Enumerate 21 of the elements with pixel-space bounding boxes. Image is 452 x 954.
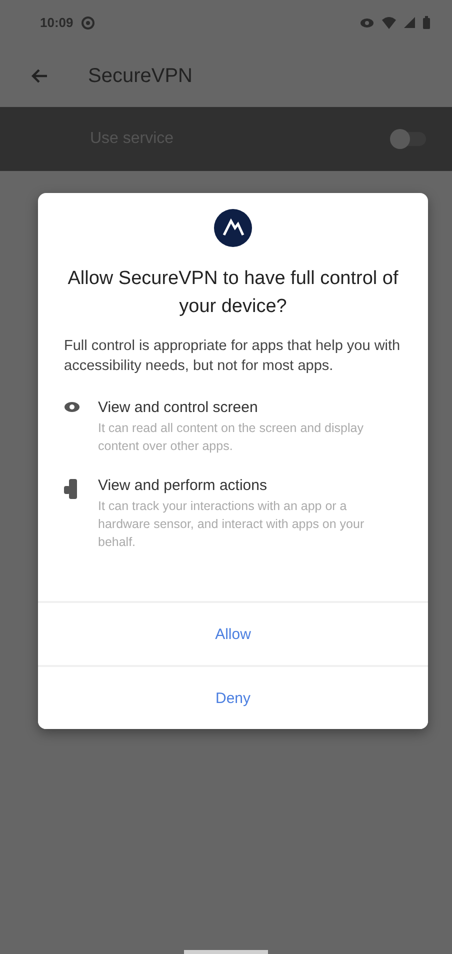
battery-icon [423,16,430,29]
toggle-switch[interactable] [392,132,426,146]
back-arrow-icon[interactable] [30,68,48,84]
dialog-title: Allow SecureVPN to have full control of your device? [66,267,400,319]
wifi-icon [382,16,396,28]
eye-icon [360,18,374,28]
eye-icon [64,400,80,413]
dialog-body: Full control is appropriate for apps that help you with accessibility needs, but not for most apps. [64,337,402,376]
permission-title: View and control screen [98,398,259,416]
dialog-button[interactable]: Allow [38,601,428,666]
hand-icon [64,478,80,499]
app-title: SecureVPN [88,64,192,88]
permission-title: View and perform actions [98,476,268,494]
status-time: 10:09 [40,15,74,30]
dialog-button[interactable]: Deny [38,665,428,730]
permission-description: It can read all content on the screen and display content over other apps. [98,420,364,455]
home-handle[interactable] [184,950,268,954]
app-logo-icon [214,209,252,247]
settings-icon [81,16,96,30]
permission-description: It can track your interactions with an app or a hardware sensor, and interact with apps on your behalf. [98,498,366,552]
signal-icon [404,17,415,28]
